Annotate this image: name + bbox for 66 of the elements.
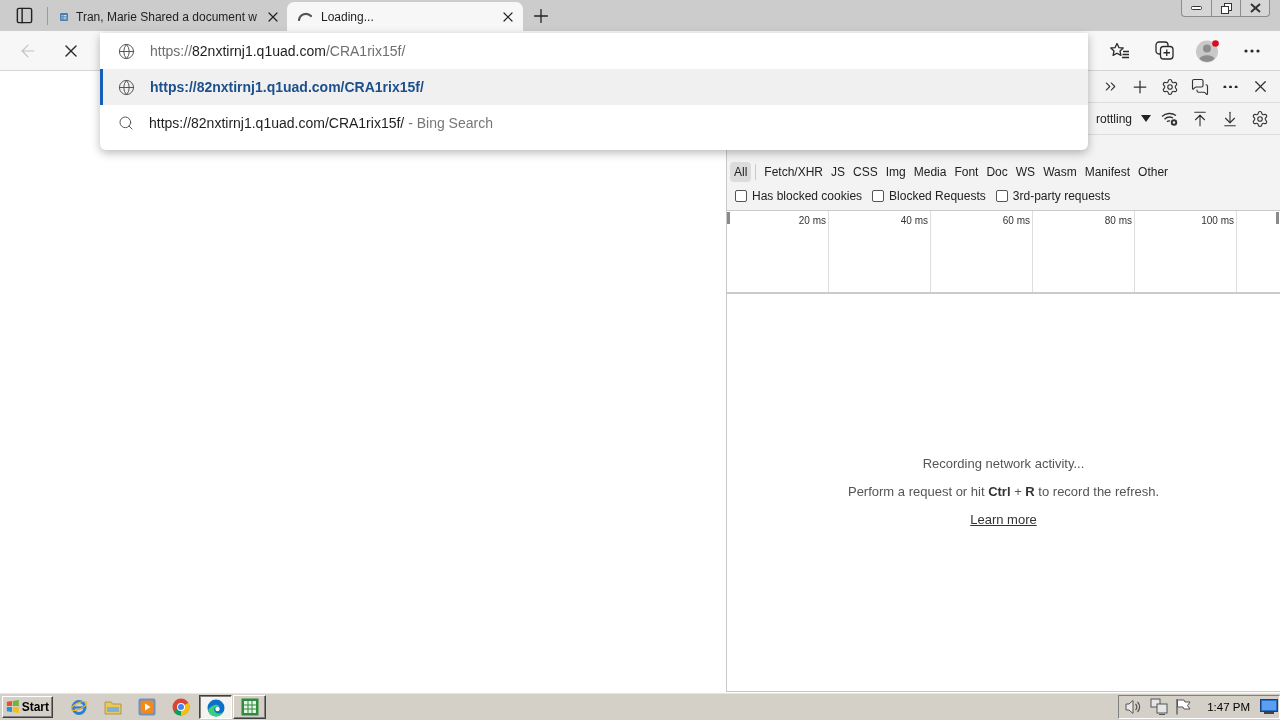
range-handle[interactable]	[1276, 212, 1279, 224]
type-filter-button[interactable]: Media	[909, 162, 951, 182]
type-filter-button[interactable]: CSS	[849, 162, 882, 182]
type-filter-button[interactable]: JS	[827, 162, 850, 182]
collections-icon	[1154, 41, 1174, 60]
suggestion-item[interactable]: https://82nxtirnj1.q1uad.com/CRA1rix15f/ - Bing Search	[100, 105, 1088, 141]
browser-tab[interactable]: Tran, Marie Shared a document w	[50, 2, 286, 31]
star-list-icon	[1110, 41, 1130, 60]
browser-tab[interactable]: Loading...	[287, 2, 523, 31]
time-tick-label: 60 ms	[1002, 215, 1030, 226]
checkbox-label[interactable]: 3rd-party requests	[1012, 189, 1111, 203]
throttling-select[interactable]: rottling	[1095, 106, 1151, 131]
type-filter-button[interactable]: Font	[950, 162, 983, 182]
spreadsheet-icon	[240, 697, 259, 716]
filter-checkbox[interactable]	[995, 190, 1008, 202]
browser-ring-icon[interactable]	[70, 697, 88, 716]
spinner-icon	[297, 11, 313, 22]
windows-flag-icon	[6, 699, 20, 714]
type-filter-button[interactable]: All	[730, 162, 752, 182]
network-icon[interactable]	[1150, 698, 1169, 715]
type-filter-button[interactable]: Manifest	[1080, 162, 1135, 182]
suggestion-item[interactable]: https://82nxtirnj1.q1uad.com/CRA1rix15f/	[100, 69, 1088, 105]
time-tick-label: 20 ms	[798, 215, 826, 226]
download-icon	[1221, 109, 1239, 128]
time-tick-label: 40 ms	[900, 215, 928, 226]
type-filter-button[interactable]: Fetch/XHR	[760, 162, 828, 182]
start-button[interactable]: Start	[2, 695, 53, 718]
globe-icon	[118, 42, 135, 60]
filter-checkbox[interactable]	[735, 190, 747, 202]
learn-more-link[interactable]: Learn more	[970, 510, 1037, 528]
type-filter-button[interactable]: Other	[1134, 162, 1173, 182]
hint-text: Perform a request or hit Ctrl + R to record the refresh.	[847, 482, 1160, 500]
upload-icon	[1191, 109, 1209, 128]
type-filter-button[interactable]: Wasm	[1039, 162, 1081, 182]
type-filter-button[interactable]: Img	[881, 162, 910, 182]
desktop-icon[interactable]	[1260, 699, 1278, 714]
close-icon	[1249, 3, 1261, 13]
search-icon	[118, 115, 134, 131]
swirl-icon	[207, 698, 225, 717]
taskbar-window-button[interactable]	[199, 694, 232, 719]
settings-icon	[1251, 109, 1269, 128]
clock-text: 1:47 PM	[1207, 700, 1250, 713]
avatar-icon	[1196, 38, 1220, 63]
minimize-icon	[1191, 6, 1202, 10]
globe-icon	[118, 78, 135, 96]
type-filter-button[interactable]: WS	[1011, 162, 1040, 182]
checkbox-label[interactable]: Blocked Requests	[889, 189, 986, 203]
time-tick-label: 80 ms	[1104, 215, 1132, 226]
ellipsis-icon	[1222, 84, 1238, 89]
play-tile-icon[interactable]	[138, 697, 156, 716]
settings-icon	[1161, 77, 1179, 96]
restore-icon	[1220, 2, 1232, 14]
caret-icon	[1141, 115, 1151, 122]
panel-icon	[14, 6, 34, 25]
segmented-circle-icon[interactable]	[172, 697, 190, 716]
chat-bubbles-icon	[1191, 77, 1209, 96]
address-field[interactable]: https://82nxtirnj1.q1uad.com/CRA1rix15f/	[100, 33, 1088, 69]
time-tick-label: 100 ms	[1201, 215, 1234, 226]
wifi-gear-icon	[1161, 110, 1179, 127]
type-filter-button[interactable]: Doc	[982, 162, 1012, 182]
status-text: Recording network activity...	[922, 454, 1085, 472]
flag-icon[interactable]	[1175, 698, 1192, 715]
range-handle[interactable]	[727, 212, 730, 224]
ellipsis-icon	[1244, 48, 1260, 53]
filter-checkbox[interactable]	[872, 190, 885, 202]
checkbox-label[interactable]: Has blocked cookies	[752, 189, 863, 203]
